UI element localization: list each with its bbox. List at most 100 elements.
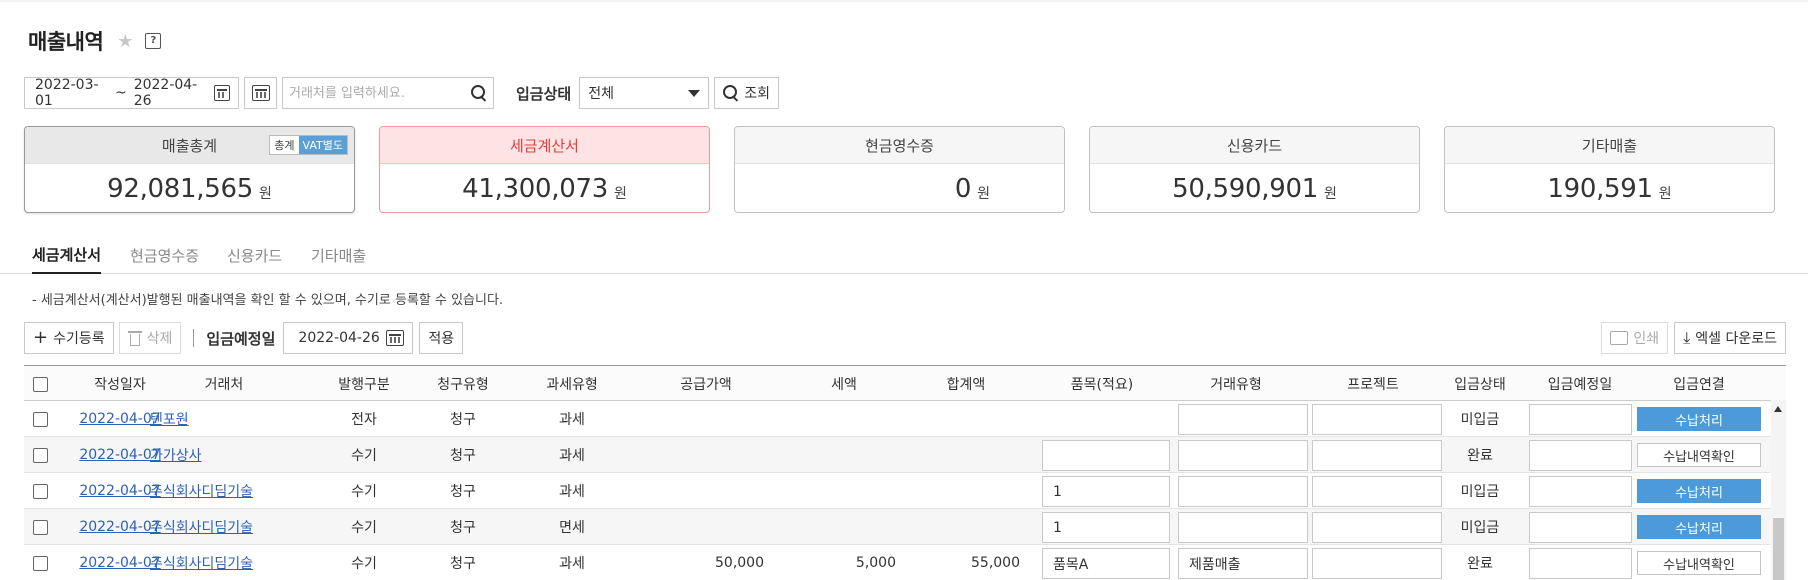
excel-download-label: 엑셀 다운로드	[1695, 331, 1777, 347]
receive-payment-button[interactable]: 수납처리	[1637, 479, 1761, 503]
col-vendor[interactable]: 거래처	[172, 366, 276, 402]
project-input[interactable]	[1312, 476, 1442, 507]
table-scrollbar[interactable]	[1771, 400, 1786, 580]
date-link[interactable]: 2022-04-07	[79, 447, 160, 463]
due-date-input[interactable]	[1529, 476, 1632, 507]
col-total[interactable]: 합계액	[916, 366, 1016, 402]
card-tax-invoice[interactable]: 세금계산서 41,300,073 원	[379, 126, 710, 213]
vat-toggle[interactable]: 총계 VAT별도	[269, 135, 348, 155]
table-row[interactable]: 2022-04-07 텐포원 전자 청구 과세 미입금 수납처리	[24, 401, 1786, 437]
trade-type-input[interactable]: 제품매출	[1178, 548, 1308, 579]
excel-download-button[interactable]: ⤓ 엑셀 다운로드	[1674, 322, 1786, 354]
due-date-input[interactable]	[1529, 404, 1632, 435]
row-checkbox[interactable]	[32, 519, 48, 535]
trade-type-input[interactable]	[1178, 440, 1308, 471]
date-link[interactable]: 2022-04-07	[79, 483, 160, 499]
due-date-input[interactable]	[1529, 548, 1632, 579]
tab-cash-receipt[interactable]: 현금영수증	[130, 236, 199, 274]
printer-icon	[1610, 331, 1629, 345]
row-checkbox[interactable]	[32, 483, 48, 499]
scroll-thumb[interactable]	[1773, 518, 1784, 580]
card-label: 현금영수증	[864, 136, 934, 155]
table-row[interactable]: 2022-04-07 가가상사 수기 청구 과세 완료 수납내역확인	[24, 437, 1786, 473]
manual-add-button[interactable]: + 수기등록	[24, 322, 114, 354]
vendor-link[interactable]: 가가상사	[150, 445, 202, 465]
print-button[interactable]: 인쇄	[1601, 322, 1669, 354]
item-input[interactable]	[1042, 440, 1170, 471]
col-date[interactable]: 작성일자	[72, 366, 168, 402]
col-vat[interactable]: 세액	[794, 366, 894, 402]
vendor-link[interactable]: 텐포원	[150, 409, 189, 429]
card-credit-card[interactable]: 신용카드 50,590,901 원	[1089, 126, 1420, 213]
col-payment-status[interactable]: 입금상태	[1440, 366, 1520, 402]
card-sales-total[interactable]: 매출총계 총계 VAT별도 92,081,565 원	[24, 126, 355, 213]
tab-tax-invoice[interactable]: 세금계산서	[32, 236, 102, 274]
card-unit: 원	[977, 186, 990, 202]
manual-add-label: 수기등록	[53, 331, 105, 347]
query-button[interactable]: 조회	[714, 77, 779, 109]
col-claim-type[interactable]: 청구유형	[418, 366, 508, 402]
date-link[interactable]: 2022-04-07	[79, 519, 160, 535]
row-checkbox[interactable]	[32, 411, 48, 427]
trade-type-input[interactable]	[1178, 512, 1308, 543]
project-input[interactable]	[1312, 512, 1442, 543]
cell-total	[904, 437, 1020, 473]
row-checkbox[interactable]	[32, 447, 48, 463]
table-body: 2022-04-07 텐포원 전자 청구 과세 미입금 수납처리 2022-04-07 가가상사…	[24, 401, 1786, 580]
trade-type-input[interactable]	[1178, 404, 1308, 435]
calendar-button[interactable]	[244, 77, 277, 109]
table-row[interactable]: 2022-04-07 주식회사디딤기술 수기 청구 과세 50,000 5,000 55,00…	[24, 545, 1786, 580]
payment-status-select[interactable]: 전체	[579, 77, 710, 109]
col-due-date[interactable]: 입금예정일	[1528, 366, 1632, 402]
project-input[interactable]	[1312, 404, 1442, 435]
item-input[interactable]: 1	[1042, 512, 1170, 543]
date-range-field[interactable]: 2022-03-01 ~ 2022-04-26	[24, 77, 239, 109]
project-input[interactable]	[1312, 548, 1442, 579]
delete-button[interactable]: 삭제	[118, 322, 182, 354]
toggle-vat-excluded[interactable]: VAT별도	[298, 136, 347, 154]
cell-vat	[776, 509, 896, 545]
vendor-search-input[interactable]	[289, 85, 459, 101]
col-item[interactable]: 품목(적요)	[1042, 366, 1162, 402]
tab-other-sales[interactable]: 기타매출	[311, 236, 366, 274]
apply-button[interactable]: 적용	[419, 322, 464, 354]
date-link[interactable]: 2022-04-07	[79, 555, 160, 571]
favorite-star-icon[interactable]: ★	[117, 31, 133, 52]
col-project[interactable]: 프로젝트	[1310, 366, 1436, 402]
tab-credit-card[interactable]: 신용카드	[227, 236, 282, 274]
date-link[interactable]: 2022-04-07	[79, 411, 160, 427]
receive-payment-button[interactable]: 수납처리	[1637, 407, 1761, 431]
view-payment-button[interactable]: 수납내역확인	[1637, 443, 1761, 467]
table-row[interactable]: 2022-04-07 주식회사디딤기술 수기 청구 면세 1 미입금 수납처리	[24, 509, 1786, 545]
calendar-icon[interactable]	[213, 85, 230, 101]
table-row[interactable]: 2022-04-07 주식회사디딤기술 수기 청구 과세 1 미입금 수납처리	[24, 473, 1786, 509]
col-trade-type[interactable]: 거래유형	[1176, 366, 1296, 402]
col-supply-amount[interactable]: 공급가액	[656, 366, 756, 402]
select-all-checkbox[interactable]	[32, 376, 48, 392]
toggle-total[interactable]: 총계	[270, 136, 299, 154]
due-date-input[interactable]	[1529, 440, 1632, 471]
col-issue-type[interactable]: 발행구분	[324, 366, 404, 402]
row-checkbox[interactable]	[32, 555, 48, 571]
card-other-sales[interactable]: 기타매출 190,591 원	[1444, 126, 1775, 213]
item-input[interactable]: 품목A	[1042, 548, 1170, 579]
project-input[interactable]	[1312, 440, 1442, 471]
vendor-link[interactable]: 주식회사디딤기술	[150, 517, 253, 537]
card-cash-receipt[interactable]: 현금영수증 0 원	[734, 126, 1065, 213]
vendor-link[interactable]: 주식회사디딤기술	[150, 481, 253, 501]
trade-type-input[interactable]	[1178, 476, 1308, 507]
sales-table: 작성일자 거래처 발행구분 청구유형 과세유형 공급가액 세액 합계액 품목(적…	[24, 365, 1786, 580]
vendor-link[interactable]: 주식회사디딤기술	[150, 553, 253, 573]
item-input[interactable]: 1	[1042, 476, 1170, 507]
col-tax-type[interactable]: 과세유형	[528, 366, 616, 402]
scroll-up-icon[interactable]	[1774, 406, 1782, 412]
help-icon[interactable]: ?	[145, 33, 162, 49]
due-date-field[interactable]: 2022-04-26	[283, 322, 414, 354]
calendar-icon[interactable]	[386, 330, 405, 346]
card-amount: 41,300,073	[462, 174, 608, 204]
search-icon[interactable]	[471, 85, 487, 101]
receive-payment-button[interactable]: 수납처리	[1637, 515, 1761, 539]
view-payment-button[interactable]: 수납내역확인	[1637, 551, 1761, 575]
col-payment-link[interactable]: 입금연결	[1637, 366, 1761, 402]
due-date-input[interactable]	[1529, 512, 1632, 543]
